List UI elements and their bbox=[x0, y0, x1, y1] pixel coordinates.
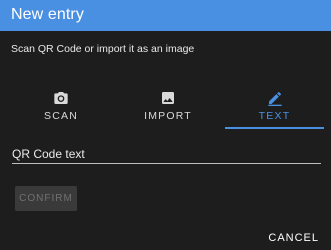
entry-mode-tabs: SCAN IMPORT TEXT bbox=[0, 84, 331, 132]
new-entry-dialog: New entry Scan QR Code or import it as a… bbox=[0, 0, 331, 250]
image-icon bbox=[160, 90, 176, 106]
tab-text[interactable]: TEXT bbox=[225, 84, 324, 132]
camera-icon bbox=[53, 90, 69, 106]
tab-scan[interactable]: SCAN bbox=[12, 84, 110, 132]
tab-scan-label: SCAN bbox=[44, 110, 78, 122]
qr-code-text-field[interactable]: QR Code text bbox=[12, 145, 321, 165]
cancel-button[interactable]: CANCEL bbox=[268, 232, 319, 244]
tab-import[interactable]: IMPORT bbox=[118, 84, 218, 132]
tab-text-label: TEXT bbox=[258, 110, 291, 122]
dialog-titlebar: New entry bbox=[0, 0, 331, 31]
confirm-button[interactable]: CONFIRM bbox=[15, 186, 77, 211]
pencil-icon bbox=[267, 90, 283, 106]
tab-import-label: IMPORT bbox=[144, 110, 192, 122]
dialog-title: New entry bbox=[11, 6, 84, 23]
field-underline bbox=[12, 163, 321, 164]
active-tab-indicator bbox=[225, 127, 324, 129]
dialog-subtitle: Scan QR Code or import it as an image bbox=[11, 43, 195, 55]
qr-code-text-value: QR Code text bbox=[12, 147, 85, 161]
